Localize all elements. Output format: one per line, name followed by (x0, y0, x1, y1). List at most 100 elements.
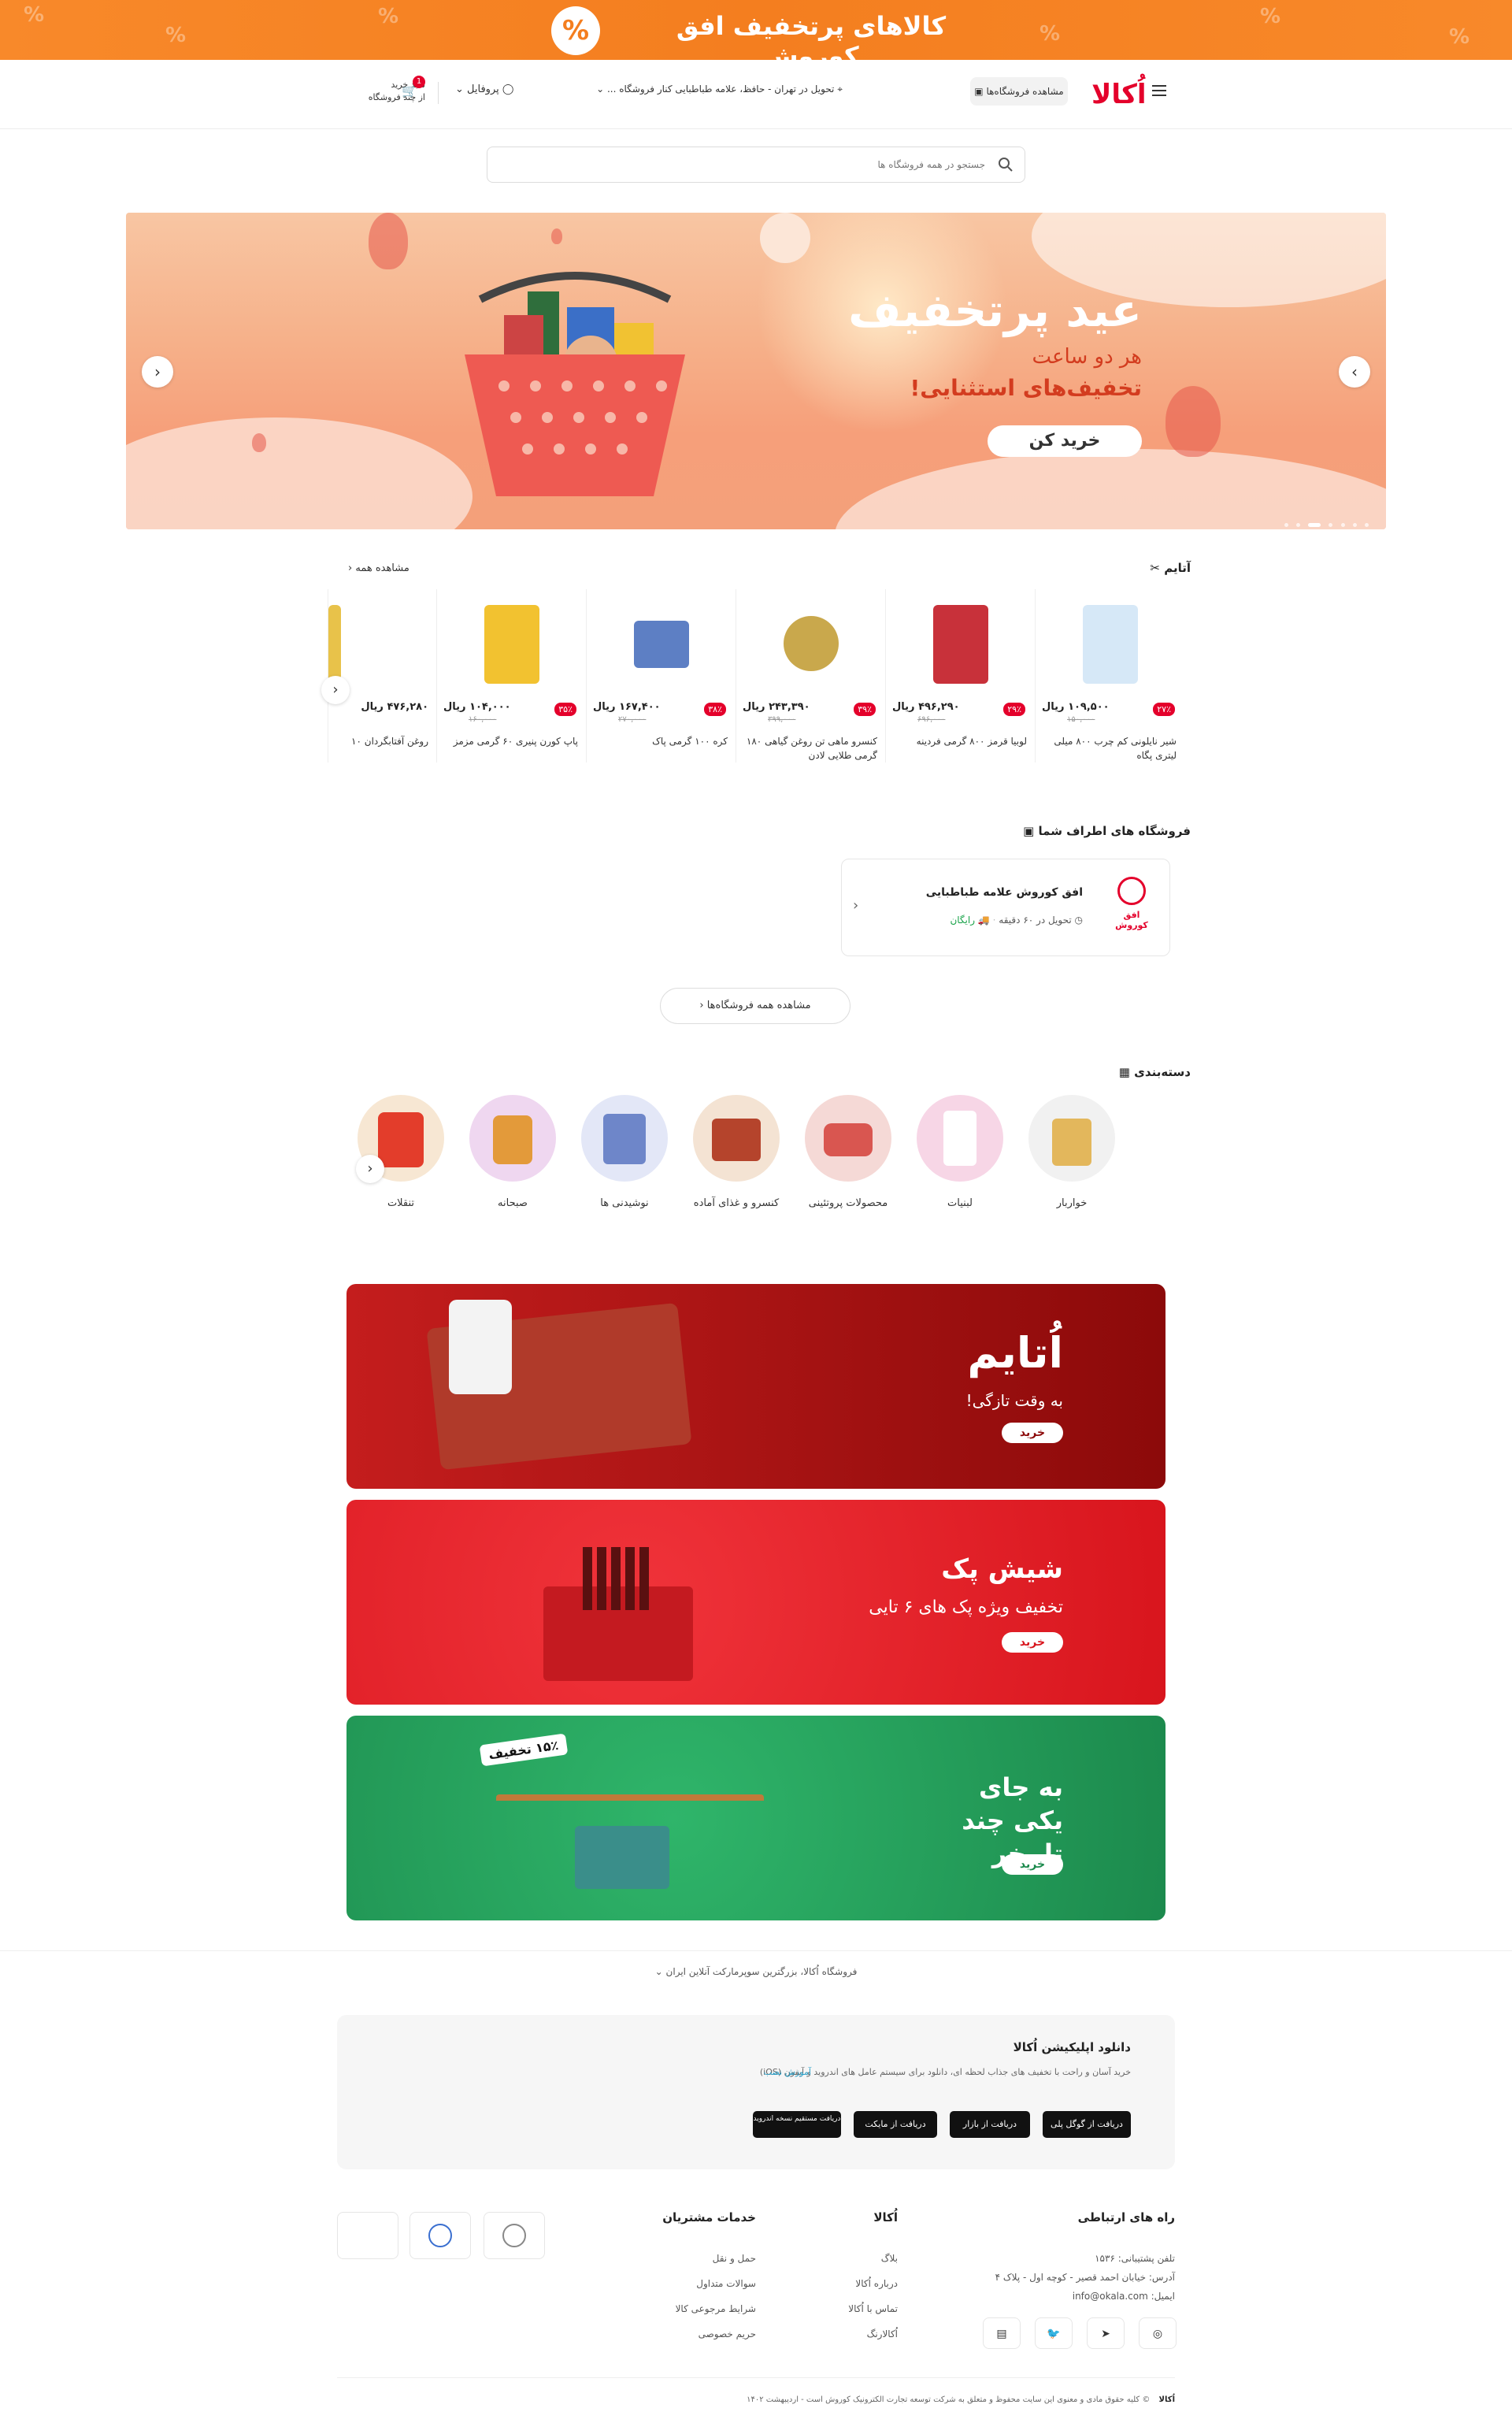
slider-dot[interactable] (1364, 523, 1369, 527)
product-old-price: ۱۵۰,۰۰۰ (1067, 715, 1095, 724)
divider (438, 82, 439, 104)
app-download-title: دانلود اپلیکیشن اُکالا (1013, 2040, 1131, 2054)
slider-prev-icon[interactable]: ‹ (142, 356, 173, 388)
slider-dot[interactable] (1340, 523, 1345, 527)
category-item[interactable]: خواربار (1028, 1095, 1115, 1209)
discount-badge: ۳۹٪ (854, 703, 876, 716)
atayem-section-title: آتایم ✂ (1150, 561, 1191, 575)
contact-link[interactable]: تماس با اُکالا (848, 2303, 898, 2314)
percent-decoration: % (1449, 25, 1470, 49)
atayem-see-all-link[interactable]: مشاهده همه ‹ (348, 562, 410, 574)
blog-link[interactable]: بلاگ (881, 2253, 898, 2264)
banner-buy-button[interactable]: خرید (1002, 1854, 1063, 1875)
buy-more-banner[interactable]: ۱۵٪ تخفیف به جای یکی چند تا بخر خرید (346, 1716, 1166, 1920)
product-price: ۴۷۶,۲۸۰ ریال (361, 701, 428, 713)
atayem-title: آتایم (1164, 561, 1191, 575)
google-play-badge[interactable]: دریافت از گوگل پلی (1043, 2111, 1131, 2138)
chevron-left-icon: ‹ (853, 897, 859, 914)
search-input[interactable] (513, 147, 985, 182)
category-label: تنقلات (387, 1197, 415, 1209)
product-old-price: ۲۷۰,۰۰۰ (618, 715, 647, 724)
discount-badge: ۳۸٪ (704, 703, 726, 716)
carousel-prev-icon[interactable]: ‹ (356, 1155, 384, 1183)
store-card[interactable]: افق کوروش افق کوروش علامه طباطبایی ◷ تحو… (841, 859, 1170, 956)
slider-dot-active[interactable] (1308, 523, 1321, 527)
category-item[interactable]: تنقلات (358, 1095, 444, 1209)
product-card[interactable]: ۲۹٪ ۴۹۶,۲۹۰ ریال ۶۹۶,۰۰۰ لوبیا قرمز ۸۰۰ … (885, 589, 1035, 763)
search-box[interactable] (487, 147, 1025, 183)
slider-next-icon[interactable]: › (1339, 356, 1370, 388)
direct-download-badge[interactable]: دریافت مستقیم نسخه اندروید (753, 2111, 841, 2138)
percent-badge-icon: % (551, 6, 600, 55)
install-guide-link[interactable]: آموزش نصب (764, 2067, 811, 2077)
all-stores-button[interactable]: مشاهده همه فروشگاه‌ها ‹ (660, 988, 850, 1024)
delivery-location-selector[interactable]: ⌖ تحویل در تهران - حافظ، علامه طباطبایی … (596, 83, 843, 95)
rice-bag-image (449, 1300, 512, 1394)
twitter-icon[interactable]: 🐦 (1035, 2317, 1073, 2349)
currency-label: ریال (892, 701, 915, 713)
hero-buy-button[interactable]: خرید کن (988, 425, 1142, 457)
percent-decoration: % (1040, 22, 1061, 46)
services-title: خدمات مشتریان (662, 2210, 756, 2224)
shipping-link[interactable]: حمل و نقل (713, 2253, 756, 2264)
six-pack-banner[interactable]: شیش پک تخفیف ویژه پک های ۶ تایی خرید (346, 1500, 1166, 1705)
product-carousel: ۲۷٪ ۱۰۹,۵۰۰ ریال ۱۵۰,۰۰۰ شیر نایلونی کم … (321, 589, 1184, 763)
category-item[interactable]: نوشیدنی ها (581, 1095, 668, 1209)
return-policy-link[interactable]: شرایط مرجوعی کالا (676, 2303, 756, 2314)
category-item[interactable]: محصولات پروتئینی (805, 1095, 891, 1209)
cart-button[interactable]: سبد خرید از چند فروشگاه 🛒 1 (346, 76, 425, 109)
category-label: نوشیدنی ها (600, 1197, 649, 1209)
product-card[interactable]: ۳۸٪ ۱۶۷,۴۰۰ ریال ۲۷۰,۰۰۰ کره ۱۰۰ گرمی پا… (586, 589, 736, 763)
product-price: ۱۰۴,۰۰۰ ریال (443, 701, 511, 713)
about-link[interactable]: درباره اُکالا (855, 2278, 898, 2289)
discount-badge: ۲۹٪ (1003, 703, 1025, 716)
carousel-prev-icon[interactable]: ‹ (321, 676, 350, 704)
enamad-logo[interactable] (410, 2212, 471, 2259)
chevron-left-icon: ‹ (348, 562, 353, 574)
copyright: اُکالا © کلیه حقوق مادی و معنوی این سایت… (337, 2377, 1175, 2404)
hero-subtitle-1: هر دو ساعت (1032, 345, 1142, 369)
okalarang-link[interactable]: اُکالارنگ (867, 2328, 898, 2340)
discount-badge: ۲۷٪ (1153, 703, 1175, 716)
product-name: شیر نایلونی کم چرب ۸۰۰ میلی لیتری پگاه (1054, 736, 1177, 761)
menu-icon[interactable] (1152, 85, 1166, 96)
product-card[interactable]: ۳۹٪ ۲۴۳,۳۹۰ ریال ۳۹۹,۰۰۰ کنسرو ماهی تن ر… (736, 589, 885, 763)
category-label: خواربار (1056, 1197, 1088, 1209)
myket-badge[interactable]: دریافت از مایکت (854, 2111, 937, 2138)
faq-link[interactable]: سوالات متداول (696, 2278, 756, 2289)
okala-logo[interactable]: اُکالا (1091, 79, 1147, 110)
app-download-box: دانلود اپلیکیشن اُکالا خرید آسان و راحت … (337, 2015, 1175, 2169)
product-old-price: ۱۶۰,۰۰۰ (469, 715, 497, 724)
store-icon: ▣ (974, 86, 984, 97)
hero-slider[interactable]: عید پرتخفیف هر دو ساعت تخفیف‌های استثنای… (126, 213, 1386, 529)
about-toggle[interactable]: فروشگاه اُکالا، بزرگترین سوپرمارکت آنلای… (0, 1950, 1512, 1991)
category-image (693, 1095, 780, 1182)
product-card[interactable]: ۴۷۶,۲۸۰ ریال روغن آفتابگردان ۱۰ (328, 589, 436, 763)
slider-dot[interactable] (1284, 523, 1288, 527)
banner-subtitle: به وقت تازگی! (965, 1391, 1063, 1410)
profile-menu[interactable]: ◯ پروفایل ⌄ (455, 83, 513, 95)
banner-title: اُتایم (967, 1328, 1063, 1378)
copyright-text: © کلیه حقوق مادی و معنوی این سایت محفوظ … (747, 2395, 1151, 2404)
telegram-icon[interactable]: ➤ (1087, 2317, 1125, 2349)
product-card[interactable]: ۳۵٪ ۱۰۴,۰۰۰ ریال ۱۶۰,۰۰۰ پاپ کورن پنیری … (436, 589, 586, 763)
aparat-icon[interactable]: ▤ (983, 2317, 1021, 2349)
banner-buy-button[interactable]: خرید (1002, 1632, 1063, 1653)
promo-banner[interactable]: % % % % % % % کالاهای پرتخفیف افق کوروش (0, 0, 1512, 60)
trust-badge-empty[interactable] (337, 2212, 398, 2259)
atayem-banner[interactable]: اُتایم به وقت تازگی! خرید (346, 1284, 1166, 1489)
category-item[interactable]: کنسرو و غذای آماده (693, 1095, 780, 1209)
bazaar-badge[interactable]: دریافت از بازار (950, 2111, 1030, 2138)
view-stores-button[interactable]: مشاهده فروشگاه‌ها ▣ (970, 77, 1068, 106)
slider-dot[interactable] (1352, 523, 1357, 527)
privacy-link[interactable]: حریم خصوصی (699, 2328, 756, 2340)
instagram-icon[interactable]: ◎ (1139, 2317, 1177, 2349)
trust-seal-logo[interactable] (484, 2212, 545, 2259)
chevron-left-icon: ‹ (699, 1000, 704, 1011)
category-label: لبنیات (947, 1197, 973, 1209)
category-item[interactable]: صبحانه (469, 1095, 556, 1209)
banner-buy-button[interactable]: خرید (1002, 1423, 1063, 1443)
product-card[interactable]: ۲۷٪ ۱۰۹,۵۰۰ ریال ۱۵۰,۰۰۰ شیر نایلونی کم … (1035, 589, 1184, 763)
chevron-down-icon: ⌄ (596, 83, 605, 95)
category-item[interactable]: لبنیات (917, 1095, 1003, 1209)
